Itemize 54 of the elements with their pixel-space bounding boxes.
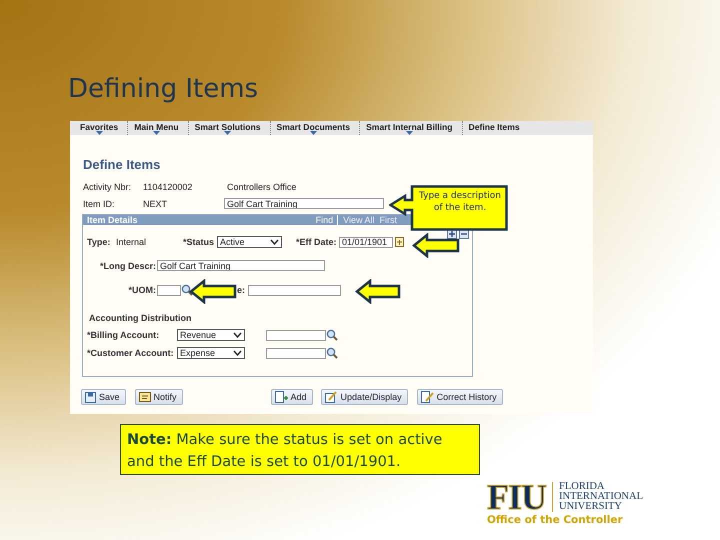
update-button[interactable]: Update/Display [320,389,408,405]
field-label: *UOM: [128,285,156,295]
field-label: Type: [87,237,112,247]
note-icon [138,392,151,402]
nav-link[interactable]: Define Items [462,121,525,135]
pointer-arrow [412,233,460,258]
pointer-arrow [355,279,401,304]
account-type-dropdown[interactable]: Revenue [177,329,245,341]
field-value: NEXT [143,198,168,208]
add-button[interactable]: Add [270,389,313,405]
caret-icon [233,350,242,356]
pencil-page-icon [420,391,434,403]
uom-description-field[interactable] [248,284,341,296]
field-label: *Customer Account: [87,348,175,358]
nav-link[interactable]: Smart Documents [270,121,356,135]
field-label: *Billing Account: [87,330,160,340]
field-label: e: [237,285,246,295]
nav-link[interactable]: Smart Internal Billing [359,121,458,135]
caret-icon [270,239,279,245]
nav-link[interactable]: Favorites [74,121,124,135]
panel-title: Item Details [87,215,138,225]
long-description-field[interactable]: Golf Cart Training [157,260,325,271]
page-title: Define Items [83,157,162,172]
pencil-page-icon [324,391,338,403]
description-field[interactable]: Golf Cart Training [224,198,384,209]
account-field[interactable] [266,330,326,340]
field-label: *Long Descr: [98,260,156,270]
notify-button[interactable]: Notify [134,389,183,405]
section-title: Accounting Distribution [89,313,192,323]
field-label: *Eff Date: [296,237,338,247]
uom-field[interactable] [157,284,181,296]
field-value: 1104120002 [143,182,194,192]
history-button[interactable]: Correct History [416,389,503,405]
save-button[interactable]: Save [81,389,126,405]
field-value: Internal [116,237,148,247]
field-value: Controllers Office [227,182,296,192]
nav-link[interactable]: Main Menu [127,121,184,135]
caret-icon [233,332,242,338]
account-type-dropdown[interactable]: Expense [177,347,245,359]
field-label: Activity Nbr: [83,182,132,192]
slide-title: Defining Items [68,73,260,106]
search-icon[interactable] [326,329,338,341]
pointer-arrow [189,279,237,304]
status-dropdown[interactable]: Active [217,236,282,248]
field-label: *Status [183,237,216,247]
nav-link[interactable]: Smart Solutions [188,121,266,135]
date-field[interactable]: 01/01/1901 [339,236,393,248]
university-logo: FIU FLORIDA INTERNATIONAL UNIVERSITY Office of the Controller [487,480,644,526]
page-plus-icon [274,391,288,403]
search-icon[interactable] [326,347,338,359]
note-text: Note: Make sure the status is set on active and the Eff Date is set to 01/01/1901. [120,424,480,475]
account-field[interactable] [266,348,326,358]
field-label: Item ID: [83,198,116,208]
search-icon[interactable] [181,284,193,296]
